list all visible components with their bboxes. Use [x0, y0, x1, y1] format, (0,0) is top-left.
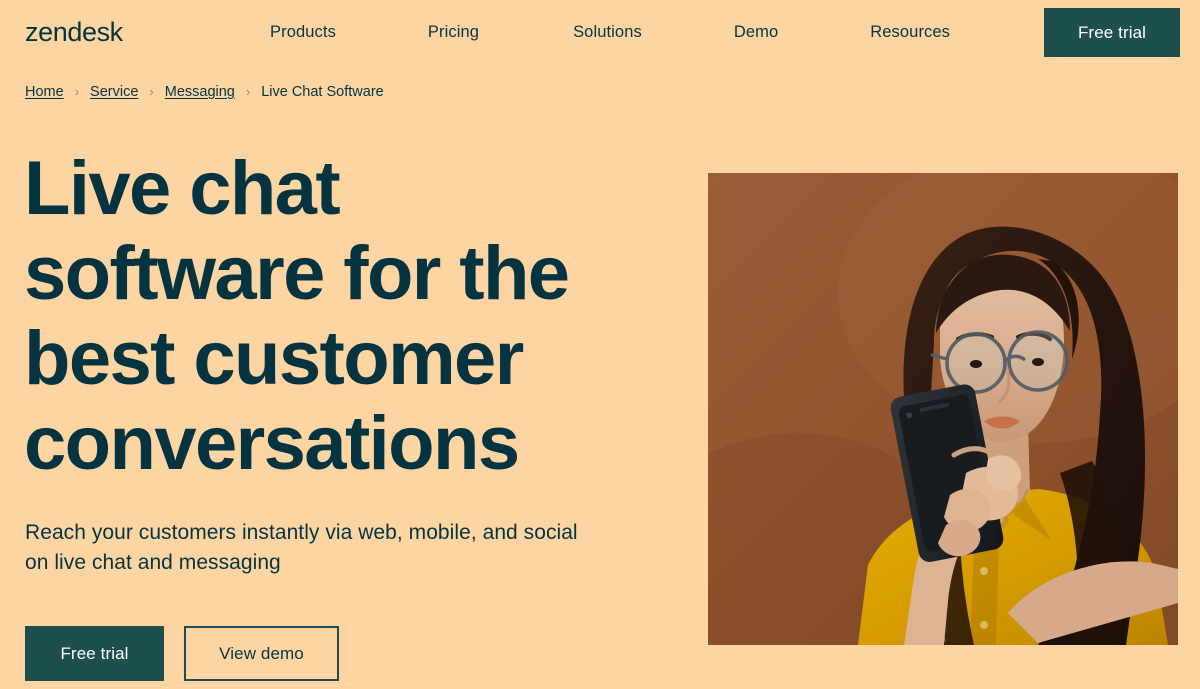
- breadcrumb: Home › Service › Messaging › Live Chat S…: [25, 82, 384, 102]
- hero-subtitle-line-1: Reach your customers instantly via web, …: [25, 521, 578, 544]
- page-title: Live chat software for the best customer…: [24, 146, 634, 486]
- header-free-trial-button[interactable]: Free trial: [1044, 8, 1180, 57]
- page-title-line-2: software for the: [24, 231, 570, 316]
- breadcrumb-item-current: Live Chat Software: [261, 84, 384, 100]
- page-title-line-1: Live chat: [24, 146, 341, 231]
- nav-item-products[interactable]: Products: [270, 20, 336, 44]
- page-title-line-3: best customer: [24, 316, 524, 401]
- page-title-line-4: conversations: [24, 401, 520, 486]
- main-navigation: Products Pricing Solutions Demo Resource…: [255, 20, 1015, 44]
- breadcrumb-item-home[interactable]: Home: [25, 82, 64, 102]
- nav-item-solutions[interactable]: Solutions: [573, 20, 642, 44]
- nav-item-pricing[interactable]: Pricing: [428, 20, 479, 44]
- breadcrumb-item-service[interactable]: Service: [90, 82, 138, 102]
- breadcrumb-item-messaging[interactable]: Messaging: [165, 82, 235, 102]
- page-root: zendesk Products Pricing Solutions Demo …: [0, 0, 1200, 689]
- hero-free-trial-button[interactable]: Free trial: [25, 626, 164, 681]
- hero-photo-illustration: [708, 173, 1178, 645]
- site-header: zendesk Products Pricing Solutions Demo …: [0, 0, 1200, 64]
- breadcrumb-separator-icon: ›: [245, 84, 251, 99]
- hero-view-demo-button[interactable]: View demo: [184, 626, 339, 681]
- hero-photo: [708, 173, 1178, 645]
- zendesk-logo[interactable]: zendesk: [25, 17, 123, 47]
- hero-cta-group: Free trial View demo: [25, 626, 339, 681]
- breadcrumb-separator-icon: ›: [149, 84, 154, 99]
- breadcrumb-separator-icon: ›: [74, 84, 80, 99]
- nav-item-demo[interactable]: Demo: [734, 20, 778, 44]
- hero-subtitle: Reach your customers instantly via web, …: [25, 518, 625, 578]
- hero-subtitle-line-2: on live chat and messaging: [25, 551, 281, 574]
- nav-item-resources[interactable]: Resources: [870, 20, 950, 44]
